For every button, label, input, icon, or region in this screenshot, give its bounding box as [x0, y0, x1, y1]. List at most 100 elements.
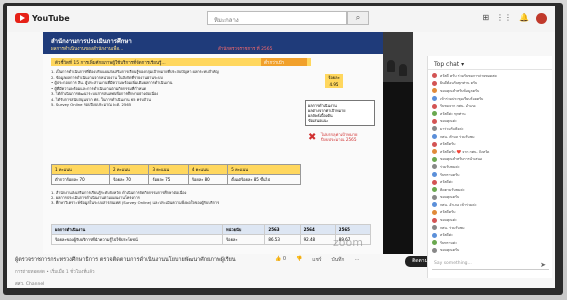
table-cell: ต่ำกว่าร้อยละ 70	[50, 174, 111, 185]
chat-text: มาร่วมรับฟังค่ะ	[440, 126, 464, 131]
criteria-table: 1 คะแนน 2 คะแนน 3 คะแนน 4 คะแนน 5 คะแนน …	[50, 164, 301, 185]
person-icon	[387, 60, 395, 72]
bullet: 5. Survey Online รอบปีงบประมาณ พ.ศ. 2565	[51, 102, 132, 107]
legend-item: ข้อเสนอแนะ	[308, 118, 329, 123]
presenter-camera	[383, 32, 413, 82]
video-meta: การถ่ายทอดสด • เริ่มเมื่อ 1 ชั่วโมงที่แล…	[15, 270, 95, 275]
photo-background: YouTube หิมะกลาง ⌕ ⊞ ⋮⋮ 🔔 สำนักงานการประ…	[0, 0, 567, 300]
bell-icon[interactable]: 🔔	[519, 13, 529, 24]
save-button[interactable]: บันทึก	[332, 256, 345, 264]
table-header: 3 คะแนน	[148, 164, 189, 175]
create-icon[interactable]: ⊞	[482, 13, 489, 24]
table-header: 2565	[334, 224, 372, 235]
live-chat: Top chat ▾ สวัสดี ครับ ร่วมรับชมการถ่ายท…	[427, 56, 552, 278]
table-cell: ตั้งแต่ร้อยละ 85 ขึ้นไป	[227, 174, 301, 185]
chat-text: เข้าร่วมประชุมเรียบร้อยครับ	[440, 96, 484, 101]
chat-text: กศน. ร่วมรับชม	[440, 225, 465, 230]
chat-message: กศน. ร่วมรับชม	[432, 224, 548, 232]
chat-avatar	[432, 187, 437, 193]
chat-message: ขอบคุณค่ะ	[432, 216, 548, 224]
chat-text: รับทราบครับ	[440, 172, 460, 177]
chat-avatar	[432, 225, 437, 231]
chat-text: ร่วมรับชมค่ะ	[440, 164, 460, 169]
youtube-play-icon	[15, 13, 29, 23]
chat-message: สวัสดีครับ	[432, 140, 548, 148]
search-input[interactable]: หิมะกลาง	[207, 11, 347, 25]
table-header: 4 คะแนน	[187, 164, 229, 175]
chat-avatar	[432, 96, 437, 102]
chat-text: สวัสดีค่ะ ทุกท่าน	[440, 111, 466, 116]
chat-avatar	[432, 126, 437, 132]
table-cell: 92.48	[299, 234, 336, 245]
chat-text: สวัสดีครับ	[440, 142, 456, 147]
chat-message: ขอบคุณครับ	[432, 194, 548, 202]
chat-message: ขอบคุณสำหรับการนำเสนอ	[432, 156, 548, 164]
table-header: 5 คะแนน	[227, 164, 301, 175]
table-cell: ร้อยละของผู้รับบริการที่นำความรู้ไปใช้ปร…	[50, 234, 224, 245]
chat-text: ขอบคุณครับ	[440, 248, 460, 253]
table-header: 2563	[264, 224, 301, 235]
channel-name[interactable]: สสว. Channel	[15, 280, 44, 287]
chat-text: ขอบคุณสำหรับข้อมูลครับ	[440, 88, 480, 93]
results-table: ผลการดำเนินงาน หน่วยนับ 2563 2564 2565 ร…	[50, 224, 372, 245]
chat-message: สวัสดีค่ะ	[432, 178, 548, 186]
chat-text: รับทราบค่ะ	[440, 240, 458, 245]
chat-message: ยินดีต้อนรับทุกท่าน ครับ	[432, 80, 548, 88]
table-cell: ร้อยละ 75	[148, 174, 189, 185]
chat-text: ขอบคุณครับ	[440, 195, 460, 200]
note-line: 3. ศึกษาวิเคราะห์ข้อมูลในระบบสารสนเทศ (S…	[51, 200, 220, 206]
send-icon[interactable]: ➤	[540, 261, 546, 269]
legend-box: ผลการดำเนินงาน ผลต่างจากค่าเป้าหมาย ผลลั…	[305, 100, 375, 126]
chat-text: สวัสดีครับ ❤️ จาก กศน. จังหวัด	[440, 149, 490, 154]
like-button[interactable]: 👍 0	[275, 256, 286, 264]
chat-text: รับชมจาก กศน. อำเภอ	[440, 104, 476, 109]
apps-icon[interactable]: ⋮⋮	[496, 13, 512, 24]
slide-subtitle: ผลการดำเนินงานของสำนักงานเพื่อ...	[51, 47, 124, 52]
chat-avatar	[432, 172, 437, 178]
avatar[interactable]	[536, 13, 547, 24]
chat-text: สวัสดี ครับ ร่วมรับชมการถ่ายทอดสด	[440, 73, 497, 78]
chat-text: ขอบคุณค่ะ	[440, 119, 457, 124]
chat-messages: สวัสดี ครับ ร่วมรับชมการถ่ายทอดสดยินดีต้…	[428, 70, 552, 256]
chat-text: ขอบคุณสำหรับการนำเสนอ	[440, 157, 483, 162]
share-button[interactable]: แชร์	[312, 256, 321, 264]
percentage-box: ร้อยละ 4.95	[325, 74, 343, 88]
chat-header[interactable]: Top chat ▾	[428, 56, 552, 70]
chat-message: เข้าร่วมประชุมเรียบร้อยครับ	[432, 95, 548, 103]
slide-header: สำนักงานการประเมินการศึกษา ผลการดำเนินงา…	[43, 32, 383, 54]
chat-message: สวัสดีค่ะ ทุกท่าน	[432, 110, 548, 118]
chat-message: กศน. ตำบล ร่วมรับชม	[432, 133, 548, 141]
slide-org: สำนักตรวจราชการ ที่ 2565	[218, 47, 273, 52]
person-icon	[399, 64, 407, 76]
status-tag: ต่ำกว่าเป้า	[261, 58, 307, 66]
chat-message: สวัสดีครับ ❤️ จาก กศน. จังหวัด	[432, 148, 548, 156]
chat-avatar	[432, 149, 437, 155]
chat-avatar	[432, 232, 437, 238]
dislike-button[interactable]: 👎	[296, 256, 302, 264]
search-icon: ⌕	[355, 13, 361, 22]
chat-text: สวัสดีค่ะ	[440, 233, 454, 238]
search-button[interactable]: ⌕	[347, 11, 369, 25]
chat-message: กศน. อำเภอ เข้าร่วมค่ะ	[432, 201, 548, 209]
chat-message: สวัสดีค่ะ	[432, 231, 548, 239]
chat-text: ติดตามรับชมค่ะ	[440, 187, 465, 192]
chat-avatar	[432, 88, 437, 94]
chat-message: ขอบคุณสำหรับข้อมูลครับ	[432, 87, 548, 95]
youtube-logo[interactable]: YouTube	[15, 13, 70, 23]
slide-bullets: 1. เป็นการดำเนินการที่ต้องปรับแผนส่งเสริ…	[51, 69, 301, 108]
monitor-screen: YouTube หิมะกลาง ⌕ ⊞ ⋮⋮ 🔔 สำนักงานการประ…	[7, 6, 555, 288]
chat-avatar	[432, 164, 437, 170]
chat-avatar	[432, 80, 437, 86]
chat-message: รับทราบครับ	[432, 171, 548, 179]
chat-avatar	[432, 194, 437, 200]
chat-avatar	[432, 240, 437, 246]
more-button[interactable]: …	[354, 256, 359, 264]
chat-text: สวัสดีค่ะ	[440, 180, 454, 185]
video-player[interactable]: สำนักงานการประเมินการศึกษา ผลการดำเนินงา…	[43, 32, 413, 254]
chat-text: สวัสดีครับ	[440, 210, 456, 215]
chat-input[interactable]: Say something...	[432, 260, 549, 270]
chat-avatar	[432, 247, 437, 253]
chat-message: ร่วมรับชมค่ะ	[432, 163, 548, 171]
table-cell: 86.53	[264, 234, 301, 245]
chat-text: กศน. อำเภอ เข้าร่วมค่ะ	[440, 202, 477, 207]
